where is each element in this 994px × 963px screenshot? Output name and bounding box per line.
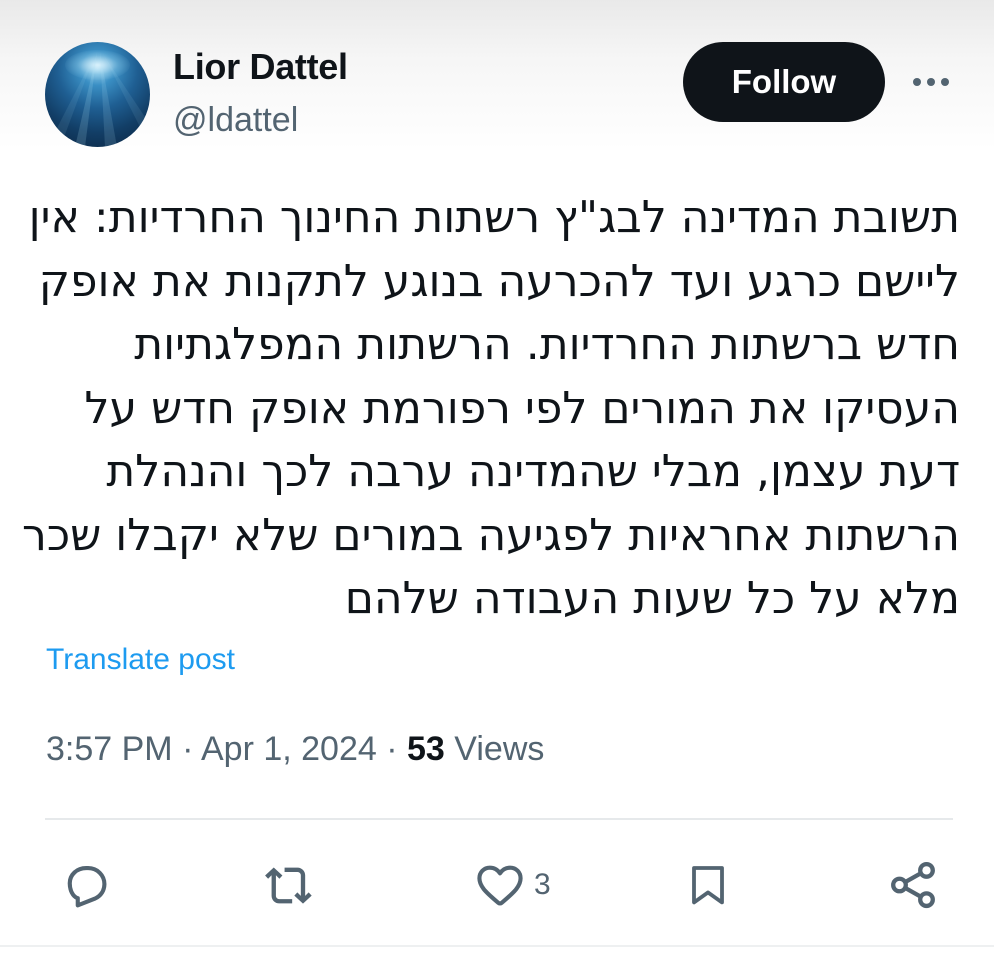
views-label: Views (454, 730, 545, 768)
post-date[interactable]: Apr 1, 2024 (201, 730, 377, 768)
bookmark-icon (692, 866, 724, 905)
like-button[interactable]: 3 (474, 850, 551, 920)
avatar-light-rays (55, 52, 145, 147)
heart-icon (477, 865, 523, 906)
divider (45, 818, 953, 820)
more-horizontal-icon (913, 78, 949, 86)
share-icon (891, 861, 935, 909)
repost-icon (265, 867, 312, 904)
views-count: 53 (407, 730, 445, 768)
post-text: תשובת המדינה לבג"ץ רשתות החינוך החרדיות:… (22, 186, 960, 631)
post-time[interactable]: 3:57 PM (46, 730, 173, 768)
meta-separator: · (386, 730, 408, 768)
meta-separator: · (182, 730, 201, 768)
post-text-line: ליישם כרגע ועד להכרעה בנוגע לתקנות את או… (38, 255, 960, 307)
post-text-line: דעת עצמן, מבלי שהמדינה ערבה לכך והנהלת (106, 446, 960, 497)
post-text-line: חדש ברשתות החרדיות. הרשתות המפלגתיות (134, 319, 960, 370)
more-options-button[interactable] (906, 60, 956, 104)
share-button[interactable] (886, 850, 940, 920)
author-handle[interactable]: @ldattel (173, 101, 298, 140)
bottom-divider (0, 945, 994, 947)
bookmark-button[interactable] (684, 850, 732, 920)
author-name[interactable]: Lior Dattel (173, 46, 348, 88)
like-count: 3 (534, 868, 551, 901)
reply-button[interactable] (60, 850, 112, 920)
post-meta: 3:57 PM · Apr 1, 2024 · 53 Views (46, 730, 544, 769)
action-bar: 3 (0, 850, 994, 920)
follow-button[interactable]: Follow (683, 42, 885, 122)
reply-icon (67, 866, 107, 908)
translate-post-link[interactable]: Translate post (46, 643, 235, 677)
post-text-line: העסיקו את המורים לפי רפורמת אופק חדש על (84, 382, 960, 434)
post-text-line: מלא על כל שעות העבודה שלהם (344, 573, 960, 624)
post-text-line: הרשתות אחראיות לפגיעה במורים שלא יקבלו ש… (22, 509, 960, 561)
post-text-line: תשובת המדינה לבג"ץ רשתות החינוך החרדיות:… (28, 192, 960, 243)
repost-button[interactable] (262, 850, 318, 920)
tweet-page: Lior Dattel @ldattel Follow תשובת המדינה… (0, 0, 994, 963)
author-avatar[interactable] (45, 42, 150, 147)
